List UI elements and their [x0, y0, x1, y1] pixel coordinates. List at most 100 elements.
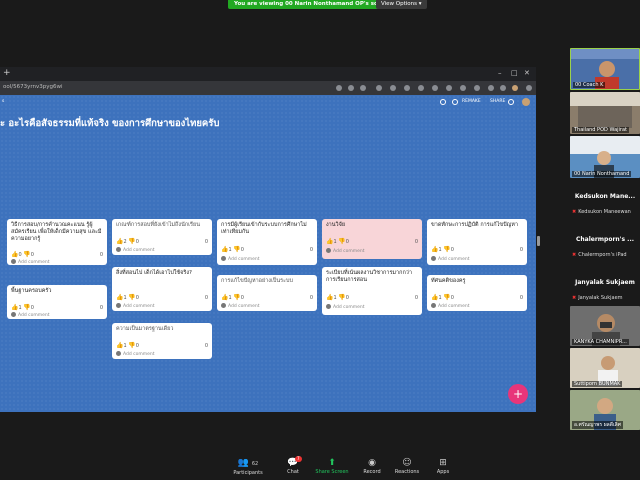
new-tab-button[interactable]: +	[3, 68, 11, 79]
post-card[interactable]: ทัศนคติของครู 👍1 👎0 0 Add comment	[427, 275, 527, 311]
post-card[interactable]: วิธีการสอบ/การคำนวณคะแนน รู้ผู้สมัครเรีย…	[7, 219, 107, 265]
add-comment-field[interactable]: Add comment	[221, 303, 260, 310]
extension-icon[interactable]	[474, 85, 480, 91]
participant-video[interactable]: Thailand POD Wajirat	[570, 92, 640, 134]
add-comment-field[interactable]: Add comment	[431, 256, 470, 263]
extension-icon[interactable]	[488, 85, 494, 91]
post-card[interactable]: ความเป็นมาตรฐานเดียว 👍1 👎0 0 Add comment	[112, 323, 212, 359]
comment-count: 0	[519, 295, 523, 301]
refresh-icon[interactable]	[452, 99, 458, 105]
url-text: ool/5673yrnv3pyg6wi	[3, 84, 63, 90]
add-comment-field[interactable]: Add comment	[116, 247, 155, 254]
post-card[interactable]: การมีผู้เรียนเข้ากับระบบการศึกษาไม่เท่าเ…	[217, 219, 317, 265]
participant-title[interactable]: Chalermporn's ...	[570, 236, 640, 243]
profile-avatar[interactable]	[512, 85, 518, 91]
menu-icon[interactable]	[526, 85, 532, 91]
extension-icon[interactable]	[432, 85, 438, 91]
thumbs-down-icon[interactable]: 👎	[128, 294, 135, 301]
close-window-button[interactable]: ✕	[524, 69, 530, 78]
extension-icon[interactable]	[446, 85, 452, 91]
add-comment-field[interactable]: Add comment	[11, 312, 50, 319]
thumbs-down-icon[interactable]: 👎	[23, 304, 30, 311]
participant-name: KANYKA CHAMNIPR...	[572, 339, 629, 345]
share-screen-button[interactable]: ⬆ Share Screen	[312, 458, 352, 475]
participant-title[interactable]: Kedsukon Mane...	[570, 193, 640, 200]
share-icon[interactable]	[348, 85, 354, 91]
post-card[interactable]: พื้นฐานครอบครัว 👍1 👎0 0 Add comment	[7, 285, 107, 319]
post-card[interactable]: ระเบียบที่เน้นผลงานวิชาการมากกว่าการเรีย…	[322, 267, 422, 315]
avatar	[221, 256, 226, 261]
reaction-counts[interactable]: 👍2 👎0	[116, 238, 139, 246]
add-comment-field[interactable]: Add comment	[116, 303, 155, 310]
extension-icon[interactable]	[390, 85, 396, 91]
more-icon[interactable]	[508, 99, 514, 105]
record-button[interactable]: ◉ Record	[352, 458, 392, 475]
reaction-counts[interactable]: 👍1 👎0	[431, 294, 454, 302]
participant-video[interactable]: 00 Narin Nonthamand	[570, 136, 640, 178]
chat-button[interactable]: 💬 7 Chat	[273, 456, 313, 475]
participant-video[interactable]: อ.ศรัณญาพร ผลดีเลิศ	[570, 390, 640, 430]
heart-icon[interactable]	[440, 99, 446, 105]
add-comment-label: Add comment	[333, 249, 365, 254]
remake-button[interactable]: REMAKE	[462, 99, 481, 105]
like-count: 2	[123, 239, 127, 245]
comment-count: 0	[414, 239, 418, 245]
dislike-count: 0	[135, 239, 139, 245]
extension-icon[interactable]	[376, 85, 382, 91]
reaction-counts[interactable]: 👍1 👎0	[11, 304, 34, 312]
extension-icon[interactable]	[404, 85, 410, 91]
maximize-button[interactable]: □	[511, 69, 518, 78]
participant-video[interactable]: Suttiporn BUNMAK	[570, 348, 640, 388]
participant-video[interactable]: 00 Coach K	[570, 48, 640, 90]
reaction-counts[interactable]: 👍1 👎0	[116, 294, 139, 302]
add-comment-field[interactable]: Add comment	[431, 303, 470, 310]
add-post-button[interactable]: +	[508, 384, 528, 404]
thumbs-down-icon[interactable]: 👎	[233, 294, 240, 301]
thumbs-down-icon[interactable]: 👎	[128, 342, 135, 349]
reaction-counts[interactable]: 👍1 👎0	[221, 294, 244, 302]
minimize-button[interactable]: –	[498, 69, 502, 78]
participant-title[interactable]: Janyalak Sukjaem	[570, 279, 640, 286]
puzzle-icon[interactable]	[500, 85, 506, 91]
thumbs-down-icon[interactable]: 👎	[128, 238, 135, 245]
apps-button[interactable]: ⊞ Apps	[423, 458, 463, 475]
avatar[interactable]	[522, 98, 530, 106]
thumbs-down-icon[interactable]: 👎	[338, 238, 345, 245]
participant-video[interactable]: KANYKA CHAMNIPR...	[570, 306, 640, 346]
add-comment-field[interactable]: Add comment	[326, 304, 365, 311]
address-bar[interactable]: ool/5673yrnv3pyg6wi	[0, 81, 536, 95]
reaction-counts[interactable]: 👍1 👎0	[116, 342, 139, 350]
reaction-counts[interactable]: 👍1 👎0	[326, 294, 349, 302]
reaction-counts[interactable]: 👍1 👎0	[221, 246, 244, 254]
post-card[interactable]: ขาดทักษะการปฏิบัติ การแก้ไขปัญหา 👍1 👎0 0…	[427, 219, 527, 265]
reaction-counts[interactable]: 👍1 👎0	[431, 246, 454, 254]
add-comment-field[interactable]: Add comment	[116, 351, 155, 358]
browser-tab-strip: + – □ ✕	[0, 67, 536, 81]
extension-icon[interactable]	[418, 85, 424, 91]
post-card[interactable]: งานวิจัย 👍1 👎0 0 Add comment	[322, 219, 422, 259]
participant-label: ✖ Janyalak Sukjaem	[572, 295, 640, 301]
thumbs-down-icon[interactable]: 👎	[443, 246, 450, 253]
add-comment-field[interactable]: Add comment	[326, 248, 365, 255]
view-options-button[interactable]: View Options ▾	[376, 0, 427, 9]
reactions-button[interactable]: ☺ Reactions	[387, 458, 427, 475]
thumbs-down-icon[interactable]: 👎	[233, 246, 240, 253]
participant-label: ✖ Kedsukon Maneewan	[572, 209, 640, 215]
comment-count: 0	[204, 343, 208, 349]
add-comment-field[interactable]: Add comment	[221, 256, 260, 263]
thumbs-down-icon[interactable]: 👎	[443, 294, 450, 301]
participants-button[interactable]: 👥 62 Participants	[228, 458, 268, 476]
add-comment-field[interactable]: Add comment	[11, 259, 50, 265]
post-card[interactable]: สิ่งที่สอนไป เด็กได้เอาไปใช้จริง? 👍1 👎0 …	[112, 267, 212, 311]
split-handle[interactable]	[537, 236, 540, 246]
star-icon[interactable]	[360, 85, 366, 91]
extension-icon[interactable]	[460, 85, 466, 91]
thumbs-down-icon[interactable]: 👎	[23, 251, 30, 258]
post-card[interactable]: เกณฑ์การสอบที่ยังเข้าไม่ถึงนักเรียน 👍2 👎…	[112, 219, 212, 255]
zoom-icon[interactable]	[336, 85, 342, 91]
reaction-counts[interactable]: 👍1 👎0	[326, 238, 349, 246]
thumbs-down-icon[interactable]: 👎	[338, 294, 345, 301]
reaction-counts[interactable]: 👍0 👎0	[11, 251, 34, 259]
post-card[interactable]: การแก้ไขปัญหาอย่างเป็นระบบ 👍1 👎0 0 Add c…	[217, 275, 317, 311]
share-button[interactable]: SHARE	[490, 99, 505, 105]
